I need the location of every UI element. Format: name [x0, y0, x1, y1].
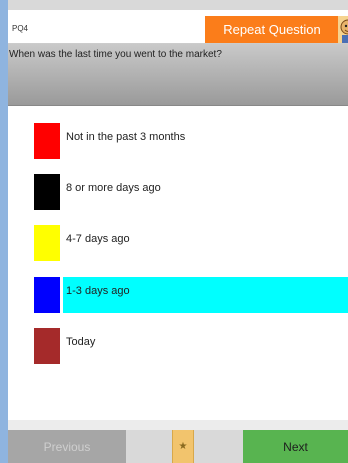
option-8-or-more-days[interactable]: 8 or more days ago	[8, 174, 348, 210]
option-1-3-days[interactable]: 1-3 days ago	[8, 277, 348, 313]
status-strip	[8, 0, 348, 10]
star-button[interactable]: ★	[172, 430, 194, 463]
question-id: PQ4	[12, 24, 29, 33]
option-color-swatch	[34, 123, 60, 159]
option-color-swatch	[34, 328, 60, 364]
star-icon: ★	[178, 441, 188, 452]
header-bar: PQ4 Repeat Question	[8, 10, 348, 44]
question-bar: When was the last time you went to the m…	[8, 44, 348, 106]
option-color-swatch	[34, 277, 60, 313]
option-label: 8 or more days ago	[66, 182, 161, 194]
option-label: Not in the past 3 months	[66, 131, 186, 143]
repeat-question-button[interactable]: Repeat Question	[205, 16, 339, 43]
navigation-bar: Previous ★ Next	[8, 430, 348, 463]
option-4-7-days[interactable]: 4-7 days ago	[8, 225, 348, 261]
avatar-icon[interactable]	[338, 16, 348, 43]
footer-divider	[8, 420, 348, 430]
option-color-swatch	[34, 225, 60, 261]
option-color-swatch	[34, 174, 60, 210]
option-label: 4-7 days ago	[66, 233, 130, 245]
option-label: 1-3 days ago	[66, 285, 130, 297]
question-text: When was the last time you went to the m…	[9, 49, 222, 60]
option-label: Today	[66, 336, 96, 348]
option-today[interactable]: Today	[8, 328, 348, 364]
option-not-in-past-3-months[interactable]: Not in the past 3 months	[8, 123, 348, 159]
previous-button[interactable]: Previous	[8, 430, 126, 463]
next-button[interactable]: Next	[243, 430, 348, 463]
